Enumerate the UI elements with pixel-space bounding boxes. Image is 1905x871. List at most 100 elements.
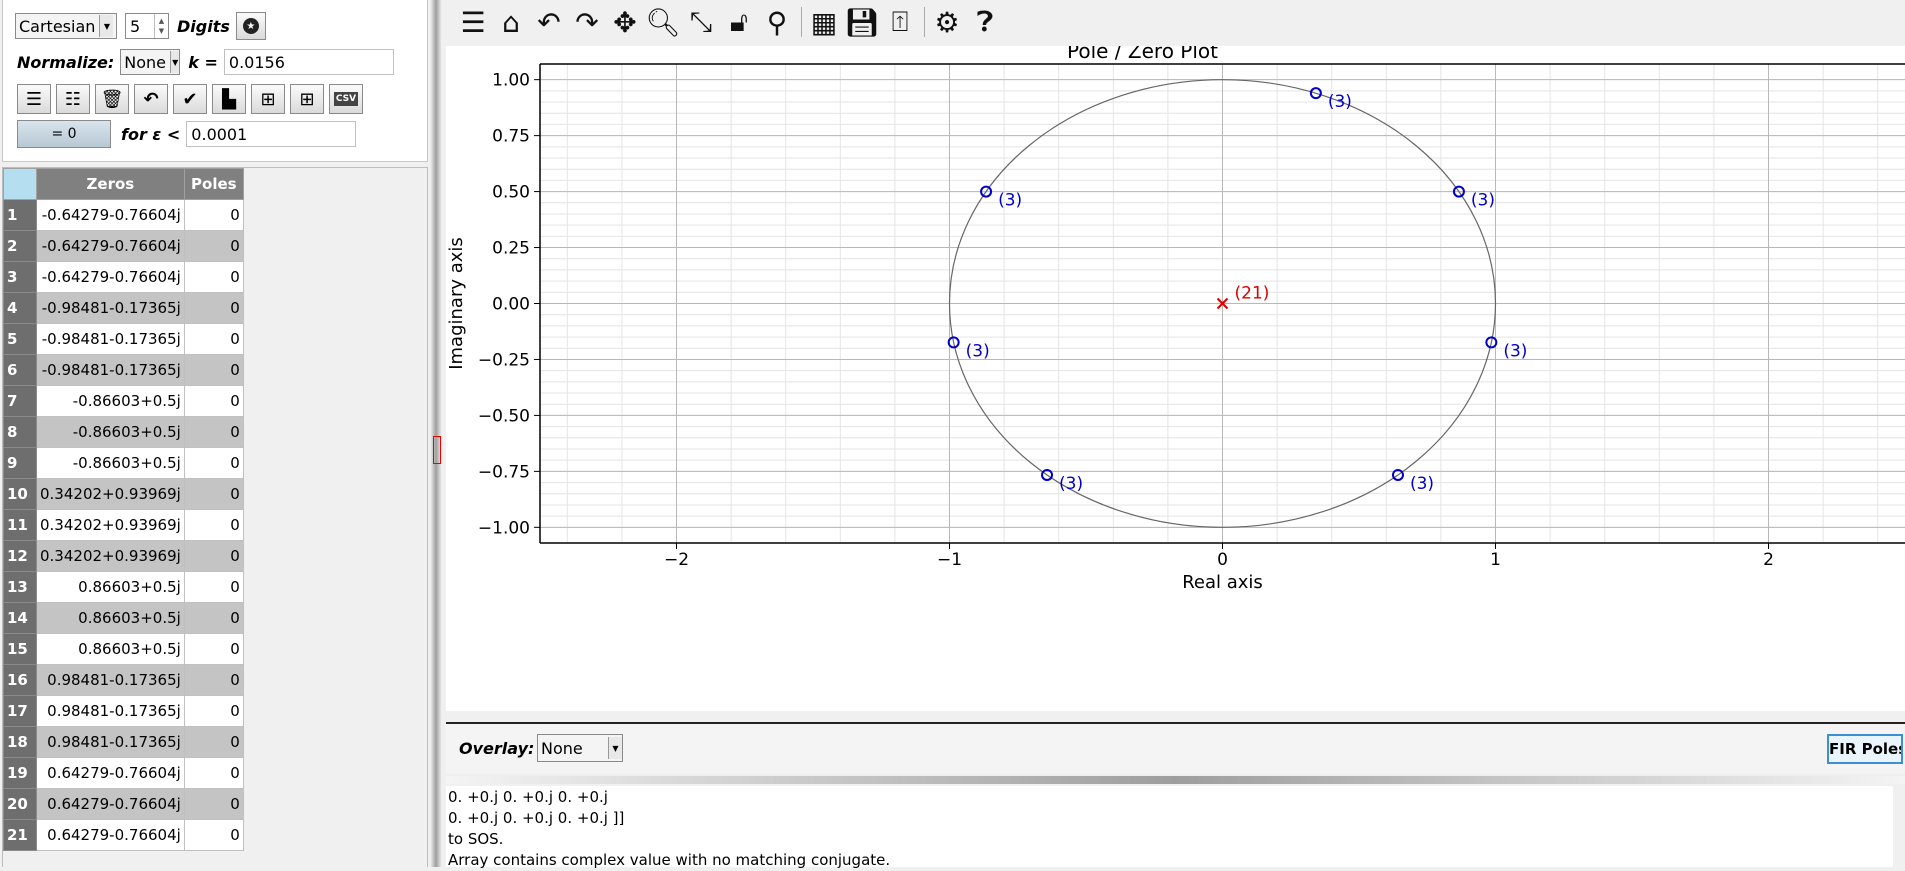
normalize-combo[interactable]: None ▼ (120, 49, 181, 75)
row-number[interactable]: 10 (3, 478, 37, 510)
row-number[interactable]: 12 (3, 540, 37, 572)
row-number[interactable]: 2 (3, 230, 37, 262)
pole-cell[interactable]: 0 (183, 602, 244, 634)
export-icon[interactable]: ⍐ (884, 5, 916, 38)
pole-cell[interactable]: 0 (183, 757, 244, 789)
layout-icon[interactable]: ☰ (457, 6, 489, 39)
table-row[interactable]: 12 0.34202+0.93969j 0 (3, 540, 244, 572)
zero-cell[interactable]: -0.86603+0.5j (36, 385, 185, 417)
k-input[interactable]: 0.0156 (223, 49, 394, 75)
pole-cell[interactable]: 0 (183, 416, 244, 448)
zeros-header[interactable]: Zeros (36, 168, 185, 200)
row-number[interactable]: 17 (3, 695, 37, 727)
pole-cell[interactable]: 0 (183, 447, 244, 479)
pole-cell[interactable]: 0 (183, 819, 244, 851)
horizontal-splitter[interactable] (446, 776, 1905, 784)
help-icon[interactable]: ❓︎ (969, 5, 1001, 38)
row-number[interactable]: 13 (3, 571, 37, 603)
vertical-splitter[interactable] (430, 0, 442, 867)
row-number[interactable]: 18 (3, 726, 37, 758)
pan-icon[interactable]: ✥ (609, 6, 641, 39)
row-number[interactable]: 5 (3, 323, 37, 355)
zero-cell[interactable]: 0.98481-0.17365j (36, 726, 185, 758)
row-number[interactable]: 20 (3, 788, 37, 820)
zero-cell[interactable]: -0.98481-0.17365j (36, 323, 185, 355)
home-icon[interactable]: ⌂ (495, 6, 527, 39)
pole-cell[interactable]: 0 (183, 509, 244, 541)
zero-cell[interactable]: 0.86603+0.5j (36, 602, 185, 634)
pole-cell[interactable]: 0 (183, 199, 244, 231)
row-number[interactable]: 6 (3, 354, 37, 386)
delete-rows-button[interactable]: ☷ (56, 84, 90, 114)
table-row[interactable]: 9 -0.86603+0.5j 0 (3, 447, 244, 479)
table-row[interactable]: 21 0.64279-0.76604j 0 (3, 819, 244, 851)
zero-cell[interactable]: -0.64279-0.76604j (36, 261, 185, 293)
clear-table-button[interactable]: 🗑 (95, 84, 129, 114)
table-row[interactable]: 8 -0.86603+0.5j 0 (3, 416, 244, 448)
row-number[interactable]: 7 (3, 385, 37, 417)
pole-cell[interactable]: 0 (183, 540, 244, 572)
pole-cell[interactable]: 0 (183, 292, 244, 324)
export-table-button[interactable]: ⊞ (290, 84, 324, 114)
table-row[interactable]: 18 0.98481-0.17365j 0 (3, 726, 244, 758)
row-number[interactable]: 19 (3, 757, 37, 789)
pole-cell[interactable]: 0 (183, 788, 244, 820)
row-number[interactable]: 4 (3, 292, 37, 324)
lock-icon[interactable]: 🔓︎ (723, 5, 755, 38)
row-number[interactable]: 21 (3, 819, 37, 851)
table-row[interactable]: 13 0.86603+0.5j 0 (3, 571, 244, 603)
eps-input[interactable]: 0.0001 (186, 121, 357, 147)
splitter-handle[interactable] (433, 436, 441, 464)
zero-cell[interactable]: 0.86603+0.5j (36, 571, 185, 603)
add-row-button[interactable]: ☰ (17, 84, 51, 114)
table-row[interactable]: 16 0.98481-0.17365j 0 (3, 664, 244, 696)
pole-cell[interactable]: 0 (183, 664, 244, 696)
table-row[interactable]: 4 -0.98481-0.17365j 0 (3, 292, 244, 324)
table-row[interactable]: 15 0.86603+0.5j 0 (3, 633, 244, 665)
row-number[interactable]: 1 (3, 199, 37, 231)
zero-cell[interactable]: 0.86603+0.5j (36, 633, 185, 665)
console-output[interactable]: 0. +0.j 0. +0.j 0. +0.j 0. +0.j 0. +0.j … (446, 786, 1893, 869)
pole-cell[interactable]: 0 (183, 261, 244, 293)
pole-cell[interactable]: 0 (183, 726, 244, 758)
pole-cell[interactable]: 0 (183, 478, 244, 510)
zero-cell[interactable]: -0.86603+0.5j (36, 447, 185, 479)
zero-cell[interactable]: -0.98481-0.17365j (36, 292, 185, 324)
row-number[interactable]: 11 (3, 509, 37, 541)
table-corner[interactable] (3, 168, 37, 200)
row-number[interactable]: 14 (3, 602, 37, 634)
pole-cell[interactable]: 0 (183, 230, 244, 262)
zoom-icon[interactable]: 🔍︎ (645, 6, 681, 39)
save-table-button[interactable]: ▙ (212, 84, 246, 114)
table-row[interactable]: 17 0.98481-0.17365j 0 (3, 695, 244, 727)
undo-table-button[interactable]: ↶ (134, 84, 168, 114)
load-table-button[interactable]: ⊞ (251, 84, 285, 114)
undo-icon[interactable]: ↶ (533, 6, 565, 39)
pole-cell[interactable]: 0 (183, 385, 244, 417)
overlay-combo[interactable]: None ▼ (537, 734, 623, 762)
grid-icon[interactable]: ▦ (808, 6, 840, 39)
zero-cell[interactable]: 0.98481-0.17365j (36, 664, 185, 696)
zero-cell[interactable]: -0.64279-0.76604j (36, 199, 185, 231)
row-number[interactable]: 16 (3, 664, 37, 696)
row-number[interactable]: 8 (3, 416, 37, 448)
table-row[interactable]: 10 0.34202+0.93969j 0 (3, 478, 244, 510)
pz-plot-canvas[interactable]: −2 −1 0 1 2 1.00 0.75 0.50 0.25 0.00 −0.25 −0.50 −0.… (446, 46, 1905, 711)
pole-cell[interactable]: 0 (183, 633, 244, 665)
csv-button[interactable]: CSV (329, 84, 363, 114)
marker-icon[interactable]: ⚲ (761, 6, 793, 39)
save-icon[interactable]: 💾︎ (844, 6, 880, 39)
table-row[interactable]: 2 -0.64279-0.76604j 0 (3, 230, 244, 262)
poles-header[interactable]: Poles (183, 168, 244, 200)
pole-cell[interactable]: 0 (183, 571, 244, 603)
autoscale-icon[interactable]: ⤡ (685, 5, 717, 38)
zero-cell[interactable]: 0.64279-0.76604j (36, 819, 185, 851)
star-button[interactable]: ★ (235, 12, 266, 40)
table-row[interactable]: 6 -0.98481-0.17365j 0 (3, 354, 244, 386)
row-number[interactable]: 3 (3, 261, 37, 293)
table-row[interactable]: 5 -0.98481-0.17365j 0 (3, 323, 244, 355)
zero-cell[interactable]: 0.64279-0.76604j (36, 757, 185, 789)
zero-cell[interactable]: -0.64279-0.76604j (36, 230, 185, 262)
row-number[interactable]: 9 (3, 447, 37, 479)
format-combo[interactable]: Cartesian ▼ (15, 13, 117, 39)
